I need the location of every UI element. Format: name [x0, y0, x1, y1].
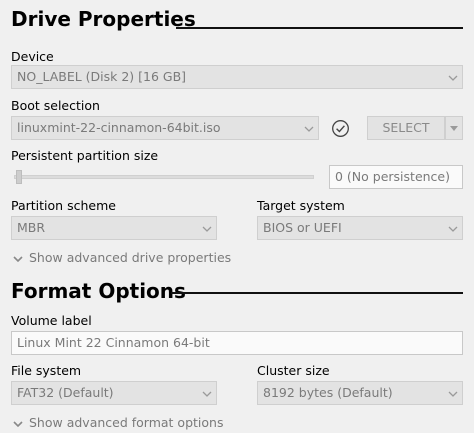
file-system-label: File system	[11, 363, 82, 378]
volume-label-value: Linux Mint 22 Cinnamon 64-bit	[17, 335, 210, 350]
target-system-label: Target system	[257, 198, 345, 213]
device-dropdown[interactable]: NO_LABEL (Disk 2) [16 GB]	[11, 65, 463, 89]
advanced-drive-properties-label: Show advanced drive properties	[29, 250, 232, 265]
target-system-dropdown[interactable]: BIOS or UEFI	[257, 216, 463, 240]
format-options-heading: Format Options	[11, 279, 186, 303]
chevron-down-icon	[202, 391, 212, 397]
boot-selection-dropdown[interactable]: linuxmint-22-cinnamon-64bit.iso	[11, 116, 319, 140]
file-system-value: FAT32 (Default)	[17, 385, 114, 400]
chevron-down-icon	[448, 75, 458, 81]
boot-selection-value: linuxmint-22-cinnamon-64bit.iso	[17, 120, 221, 135]
chevron-down-icon	[13, 255, 23, 262]
persistent-slider-track[interactable]	[14, 175, 314, 179]
volume-label-field[interactable]: Linux Mint 22 Cinnamon 64-bit	[11, 331, 463, 355]
cluster-size-label: Cluster size	[257, 363, 330, 378]
persistent-size-value: 0 (No persistence)	[335, 169, 450, 184]
cluster-size-value: 8192 bytes (Default)	[263, 385, 393, 400]
chevron-down-icon	[450, 126, 458, 131]
advanced-format-options-label: Show advanced format options	[29, 415, 224, 430]
device-label: Device	[11, 49, 54, 64]
drive-properties-divider	[176, 27, 463, 29]
target-system-value: BIOS or UEFI	[263, 220, 342, 235]
boot-selection-label: Boot selection	[11, 98, 100, 113]
advanced-drive-properties-toggle[interactable]: Show advanced drive properties	[13, 250, 231, 266]
chevron-down-icon	[13, 420, 23, 427]
partition-scheme-dropdown[interactable]: MBR	[11, 216, 217, 240]
partition-scheme-label: Partition scheme	[11, 198, 116, 213]
select-button[interactable]: SELECT	[367, 116, 445, 140]
device-value: NO_LABEL (Disk 2) [16 GB]	[17, 69, 187, 84]
persistent-partition-label: Persistent partition size	[11, 148, 159, 163]
chevron-down-icon	[448, 391, 458, 397]
chevron-down-icon	[448, 226, 458, 232]
volume-label-label: Volume label	[11, 313, 92, 328]
file-system-dropdown[interactable]: FAT32 (Default)	[11, 381, 217, 405]
check-circle-icon[interactable]	[331, 119, 350, 138]
chevron-down-icon	[304, 126, 314, 132]
advanced-format-options-toggle[interactable]: Show advanced format options	[13, 415, 223, 431]
persistent-size-field[interactable]: 0 (No persistence)	[329, 165, 463, 189]
partition-scheme-value: MBR	[17, 220, 46, 235]
select-split-arrow-button[interactable]	[445, 116, 463, 140]
persistent-slider-thumb[interactable]	[16, 170, 22, 184]
chevron-down-icon	[202, 226, 212, 232]
cluster-size-dropdown[interactable]: 8192 bytes (Default)	[257, 381, 463, 405]
drive-properties-heading: Drive Properties	[11, 7, 196, 31]
format-options-divider	[171, 292, 463, 294]
